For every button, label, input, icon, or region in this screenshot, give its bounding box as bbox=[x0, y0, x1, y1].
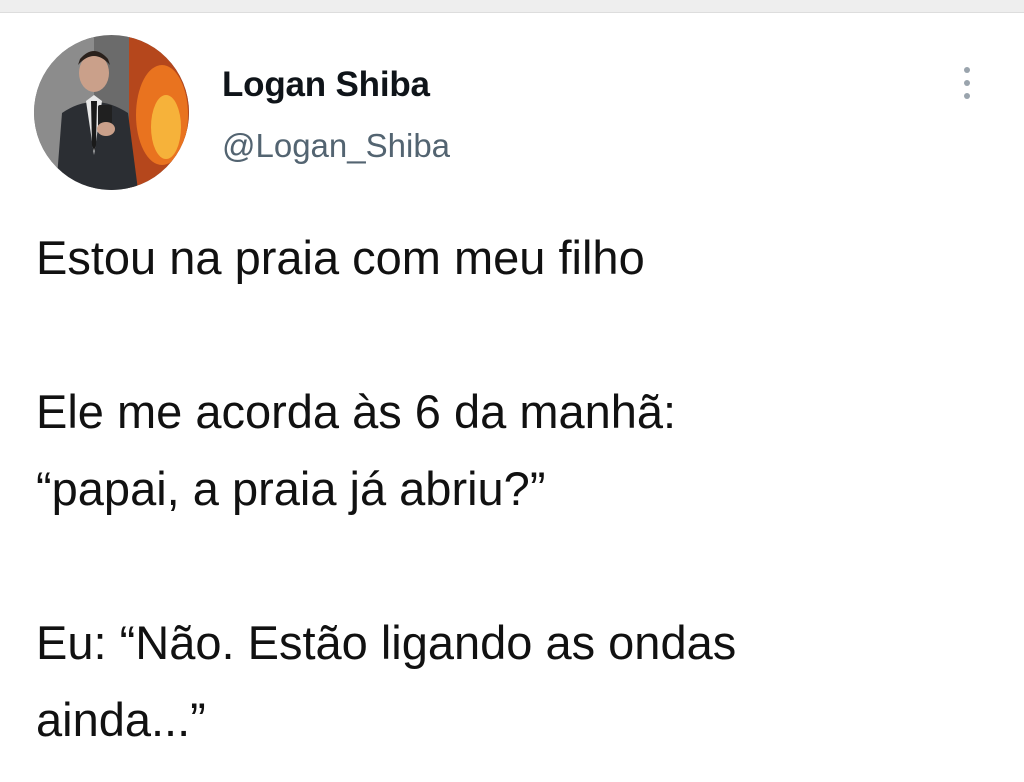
tweet-line: Estou na praia com meu filho bbox=[36, 231, 645, 284]
avatar[interactable] bbox=[34, 35, 189, 190]
tweet-line: Eu: “Não. Estão ligando as ondas bbox=[36, 616, 737, 669]
more-options-icon[interactable] bbox=[950, 61, 984, 105]
tweet-line: “papai, a praia já abriu?” bbox=[36, 462, 546, 515]
author-display-name[interactable]: Logan Shiba bbox=[222, 65, 430, 105]
author-handle[interactable]: @Logan_Shiba bbox=[222, 127, 450, 165]
tweet-line: ainda...” bbox=[36, 693, 206, 746]
profile-photo-icon bbox=[34, 35, 189, 190]
tweet-text: Estou na praia com meu filho Ele me acor… bbox=[36, 219, 996, 758]
tweet-card: Logan Shiba @Logan_Shiba Estou na praia … bbox=[0, 13, 1024, 782]
top-divider bbox=[0, 0, 1024, 13]
tweet-line: Ele me acorda às 6 da manhã: bbox=[36, 385, 677, 438]
